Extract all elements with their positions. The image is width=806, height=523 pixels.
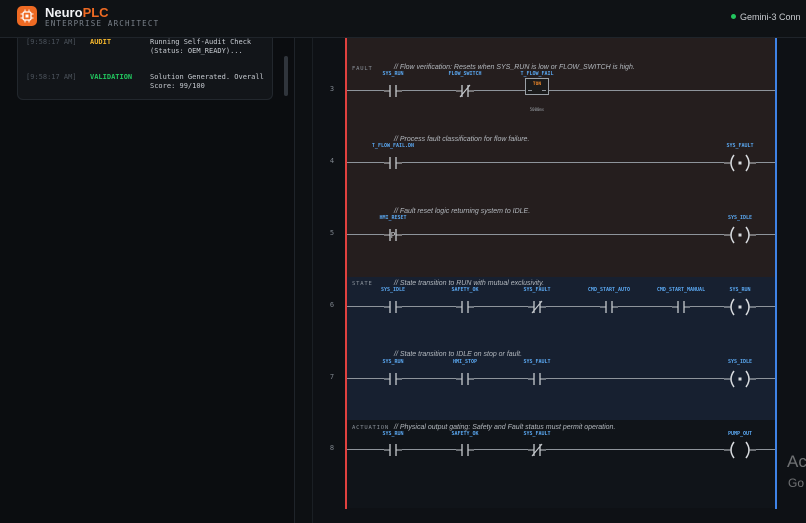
status-dot-icon: [731, 14, 736, 19]
rung-number: 7: [329, 373, 335, 381]
rung-wire: [347, 306, 775, 307]
log-scrollbar[interactable]: [284, 56, 288, 96]
no-contact-icon[interactable]: [384, 371, 402, 387]
timer-pins: [528, 90, 546, 92]
contact-tag[interactable]: HMI_STOP: [453, 359, 477, 365]
rung-comment[interactable]: // State transition to RUN with mutual e…: [394, 280, 544, 287]
rung-comment[interactable]: // Physical output gating: Safety and Fa…: [394, 424, 615, 431]
ladder-editor[interactable]: FAULT STATE ACTUATION 3 // Flow verifica…: [313, 38, 806, 523]
set-coil-icon[interactable]: [724, 297, 756, 317]
watermark-line2: Go: [788, 476, 805, 490]
coil-tag[interactable]: SYS_FAULT: [726, 143, 753, 149]
svg-text:P: P: [391, 231, 396, 240]
no-contact-icon[interactable]: [528, 371, 546, 387]
brand-name-part1: Neuro: [45, 5, 83, 20]
no-contact-icon[interactable]: [384, 155, 402, 171]
pos-edge-contact-icon[interactable]: P: [384, 227, 402, 243]
coil-tag[interactable]: PUMP_OUT: [728, 431, 752, 437]
no-contact-icon[interactable]: [672, 299, 690, 315]
contact-tag[interactable]: CMD_START_MANUAL: [657, 287, 705, 293]
contact-tag[interactable]: SYS_RUN: [382, 359, 403, 365]
fault-section: [347, 38, 775, 277]
no-contact-icon[interactable]: [384, 299, 402, 315]
rung-comment[interactable]: // Fault reset logic returning system to…: [394, 208, 530, 215]
coil-tag[interactable]: SYS_IDLE: [728, 359, 752, 365]
rung-wire: [347, 162, 775, 163]
nc-contact-icon[interactable]: [456, 83, 474, 99]
nc-contact-icon[interactable]: [528, 442, 546, 458]
rung-wire: [347, 449, 775, 450]
watermark-line1: Ac: [787, 452, 806, 471]
rung-comment[interactable]: // Flow verification: Resets when SYS_RU…: [394, 64, 635, 71]
contact-tag[interactable]: T_FLOW_FAIL.DN: [372, 143, 414, 149]
rung-comment[interactable]: // State transition to IDLE on stop or f…: [394, 351, 522, 358]
rung-comment[interactable]: // Process fault classification for flow…: [394, 136, 529, 143]
actuation-section: [347, 420, 775, 508]
rung-wire: [347, 90, 775, 91]
brand-name: NeuroPLC: [45, 5, 109, 20]
contact-tag[interactable]: SYS_RUN: [382, 71, 403, 77]
chip-logo-icon: [17, 6, 37, 26]
timer-block[interactable]: TON: [525, 78, 549, 95]
state-section: [347, 277, 775, 420]
section-label-fault: FAULT: [352, 66, 373, 72]
contact-tag[interactable]: SYS_RUN: [382, 431, 403, 437]
no-contact-icon[interactable]: [384, 83, 402, 99]
no-contact-icon[interactable]: [600, 299, 618, 315]
brand-subtitle: ENTERPRISE ARCHITECT: [45, 19, 160, 28]
rung-number: 6: [329, 301, 335, 309]
timer-type: TON: [532, 82, 542, 87]
log-panel: [9:58:17 AM] AUDIT Running Self-Audit Ch…: [0, 38, 294, 523]
contact-tag[interactable]: SYS_FAULT: [523, 359, 550, 365]
set-coil-icon[interactable]: [724, 225, 756, 245]
log-card[interactable]: [9:58:17 AM] AUDIT Running Self-Audit Ch…: [17, 38, 288, 100]
right-power-rail: [775, 38, 777, 509]
set-coil-icon[interactable]: [724, 369, 756, 389]
contact-tag[interactable]: CMD_START_AUTO: [588, 287, 630, 293]
rung-wire: [347, 378, 775, 379]
timer-preset: 5000ms: [529, 107, 545, 112]
log-tag: VALIDATION: [90, 73, 133, 81]
contact-tag[interactable]: SAFETY_OK: [451, 431, 478, 437]
contact-tag[interactable]: SAFETY_OK: [451, 287, 478, 293]
coil-tag[interactable]: SYS_IDLE: [728, 215, 752, 221]
no-contact-icon[interactable]: [384, 442, 402, 458]
brand-name-part2: PLC: [82, 5, 109, 20]
no-contact-icon[interactable]: [456, 299, 474, 315]
rung-number: 5: [329, 229, 335, 237]
contact-tag[interactable]: SYS_FAULT: [523, 287, 550, 293]
no-contact-icon[interactable]: [456, 442, 474, 458]
log-time: [9:58:17 AM]: [26, 73, 77, 81]
log-tag: AUDIT: [90, 38, 112, 46]
contact-tag[interactable]: FLOW_SWITCH: [448, 71, 481, 77]
coil-tag[interactable]: SYS_RUN: [729, 287, 750, 293]
log-message: Running Self-Audit Check (Status: OEM_RE…: [150, 38, 252, 55]
contact-tag[interactable]: SYS_FAULT: [523, 431, 550, 437]
rung-number: 8: [329, 444, 335, 452]
app-header: NeuroPLC ENTERPRISE ARCHITECT Gemini-3 C…: [0, 0, 806, 38]
nc-contact-icon[interactable]: [528, 299, 546, 315]
connection-status[interactable]: Gemini-3 Conn: [731, 12, 801, 22]
timer-tag[interactable]: T_FLOW_FAIL: [520, 71, 553, 77]
connection-label: Gemini-3 Conn: [740, 12, 801, 22]
rung-wire: [347, 234, 775, 235]
contact-tag[interactable]: SYS_IDLE: [381, 287, 405, 293]
left-power-rail: [345, 38, 347, 509]
log-message: Solution Generated. Overall Score: 99/10…: [150, 73, 264, 90]
rung-number: 4: [329, 157, 335, 165]
log-time: [9:58:17 AM]: [26, 38, 77, 46]
output-coil-icon[interactable]: [724, 440, 756, 460]
rung-number: 3: [329, 85, 335, 93]
editor-gutter: [295, 38, 312, 523]
no-contact-icon[interactable]: [456, 371, 474, 387]
section-label-state: STATE: [352, 281, 373, 287]
set-coil-icon[interactable]: [724, 153, 756, 173]
contact-tag[interactable]: HMI_RESET: [379, 215, 406, 221]
